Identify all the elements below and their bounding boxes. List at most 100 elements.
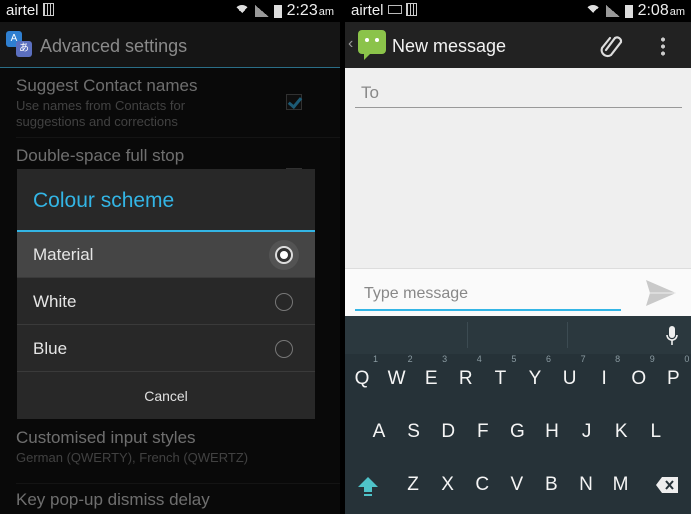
backspace-icon[interactable] [655, 476, 679, 494]
key-k[interactable]: K [607, 421, 635, 443]
option-white[interactable]: White [17, 279, 315, 325]
key-label: R [458, 368, 473, 389]
message-placeholder: Type message [364, 285, 469, 302]
key-hint: 8 [615, 354, 621, 364]
key-label: J [581, 421, 592, 442]
key-label: X [441, 474, 454, 495]
key-label: N [579, 474, 593, 495]
key-x[interactable]: X [434, 474, 462, 496]
option-material[interactable]: Material [17, 232, 315, 278]
key-n[interactable]: N [572, 474, 600, 496]
key-label: Q [354, 368, 370, 389]
suggestion-divider [467, 322, 468, 348]
key-label: U [562, 368, 577, 389]
key-j[interactable]: J [573, 421, 601, 443]
battery-icon [624, 4, 633, 18]
attach-icon[interactable] [598, 32, 624, 58]
key-label: M [612, 474, 629, 495]
key-p[interactable]: P0 [659, 354, 689, 390]
radio-unselected-icon[interactable] [275, 340, 293, 358]
status-icons: 2:08am [584, 2, 685, 20]
key-a[interactable]: A [365, 421, 393, 443]
key-v[interactable]: V [503, 474, 531, 496]
key-label: A [372, 421, 386, 442]
key-hint: 7 [580, 354, 586, 364]
dialog-title: Colour scheme [33, 189, 175, 212]
to-field[interactable]: To [355, 80, 682, 108]
radio-selected-icon[interactable] [275, 246, 293, 264]
key-h[interactable]: H [538, 421, 566, 443]
status-bar: airtel 2:08am [345, 0, 691, 22]
key-b[interactable]: B [537, 474, 565, 496]
clock-ampm: am [669, 6, 685, 18]
message-input[interactable]: Type message [355, 281, 621, 311]
new-message-screen: airtel 2:08am ‹ New message To Type mess… [345, 0, 691, 514]
carrier-name: airtel [6, 2, 39, 19]
key-m[interactable]: M [607, 474, 635, 496]
key-hint: 5 [511, 354, 517, 364]
compose-bar: Type message [345, 268, 691, 316]
key-g[interactable]: G [503, 421, 531, 443]
wifi-icon [584, 5, 601, 17]
key-w[interactable]: W2 [383, 354, 413, 390]
key-z[interactable]: Z [399, 474, 427, 496]
key-hint: 3 [442, 354, 448, 364]
battery-icon [273, 4, 282, 18]
key-label: L [650, 421, 662, 442]
key-label: Y [528, 368, 542, 389]
page-title: New message [392, 36, 507, 56]
microphone-icon[interactable] [665, 325, 679, 347]
action-bar: ‹ New message [345, 22, 691, 68]
send-icon[interactable] [645, 279, 677, 307]
option-blue[interactable]: Blue [17, 326, 315, 372]
key-row-3: Z XCVBNM [345, 474, 691, 504]
key-label: S [407, 421, 420, 442]
key-label: G [510, 421, 525, 442]
cancel-button[interactable]: Cancel [17, 374, 315, 419]
key-hint: 1 [372, 354, 378, 364]
overflow-menu-icon[interactable] [661, 36, 665, 56]
signal-icon [254, 5, 269, 17]
key-label: B [545, 474, 558, 495]
key-y[interactable]: Y6 [521, 354, 551, 390]
key-label: K [614, 421, 628, 442]
key-f[interactable]: F [469, 421, 497, 443]
clock-ampm: am [318, 6, 334, 18]
key-i[interactable]: I8 [590, 354, 621, 390]
key-hint: 0 [684, 354, 690, 364]
key-hint: 6 [545, 354, 551, 364]
key-t[interactable]: T5 [486, 354, 517, 390]
status-bar: airtel 2:23am [0, 0, 340, 22]
suggestion-divider [567, 322, 568, 348]
keyboard-notification-icon [387, 5, 402, 14]
key-label: Z [407, 474, 419, 495]
key-row-1: Q1W2E3R4T5Y6U7I8O9P0 [345, 354, 691, 398]
key-s[interactable]: S [400, 421, 428, 443]
key-hint: 4 [476, 354, 482, 364]
key-label: H [545, 421, 559, 442]
key-q[interactable]: Q1 [348, 354, 378, 390]
clock: 2:08am [638, 2, 685, 20]
key-d[interactable]: D [434, 421, 462, 443]
soft-keyboard: Q1W2E3R4T5Y6U7I8O9P0 ASDFGHJKL ZXCVBNM [345, 316, 691, 514]
status-icons: 2:23am [233, 2, 334, 20]
carrier-label: airtel [6, 2, 54, 19]
key-label: O [631, 368, 647, 389]
action-bar: Aあ Advanced settings [0, 22, 340, 68]
key-o[interactable]: O9 [625, 354, 654, 390]
back-chevron-icon[interactable]: ‹ [348, 35, 353, 53]
key-l[interactable]: L [642, 421, 670, 443]
clock-time: 2:08 [637, 2, 669, 19]
key-r[interactable]: R4 [452, 354, 482, 390]
keyboard-app-icon[interactable]: Aあ [6, 31, 34, 59]
sim-icon [42, 3, 54, 16]
messaging-app-icon[interactable] [358, 30, 386, 60]
radio-unselected-icon[interactable] [275, 293, 293, 311]
option-label: Material [33, 245, 94, 264]
shift-icon[interactable] [356, 474, 380, 498]
key-e[interactable]: E3 [417, 354, 447, 390]
key-hint: 2 [407, 354, 413, 364]
to-placeholder: To [361, 83, 379, 102]
key-c[interactable]: C [468, 474, 496, 496]
key-u[interactable]: U7 [556, 354, 586, 390]
